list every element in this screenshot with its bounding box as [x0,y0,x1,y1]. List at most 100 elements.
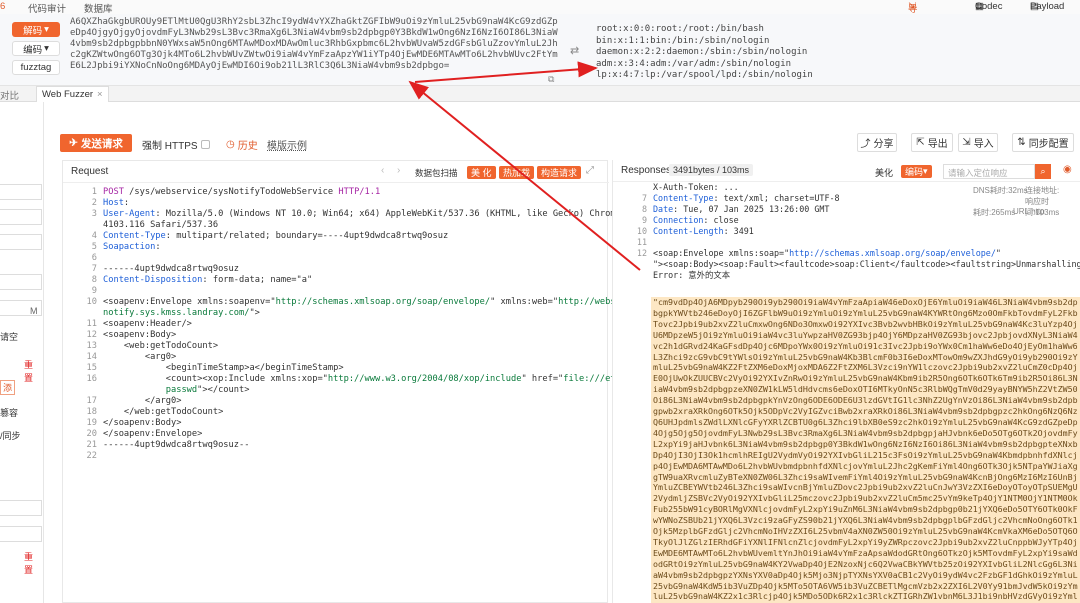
code-token: Content-Type [653,193,714,203]
config-field[interactable] [0,234,42,250]
line-number: 22 [86,451,97,461]
packet-scan-button[interactable]: 数据包扫描 [415,167,458,179]
base64-rest: 2YXIvc3Bvb2wvbHBkOi9zYmluL25vbG9naW4Kc3l… [653,318,1078,603]
request-header: Request ‹ › 数据包扫描 美 化 热加载 构造请求 ⤢ [63,161,609,183]
chevron-down-icon: ▾ [44,43,49,54]
output-line: lp:x:4:7:lp:/var/spool/lpd:/sbin/nologin [596,70,813,80]
output-line: root:x:0:0:root:/root:/bin/bash [596,24,764,34]
line-number: 19 [86,418,97,428]
beautify-button[interactable]: 美 化 [467,166,496,179]
code-token: </arg0> [103,396,182,406]
search-icon[interactable]: ⌕ [1035,164,1051,179]
line-number: 12 [636,248,647,258]
menu-item-database[interactable]: 数据库 [84,1,113,15]
template-example-link[interactable]: 模版示例 [267,137,307,152]
code-token: </soapenv:Envelope> [103,429,203,439]
request-editor[interactable]: 1 POST /sys/webservice/sysNotifyTodoWebSe… [63,183,653,603]
code-line: Content-Disposition: form-data; name="a" [103,275,312,286]
code-line: 4103.116 Safari/537.36 [103,220,218,231]
code-token: <soap:Envelope xmlns:soap=" [653,248,790,258]
tab-web-fuzzer[interactable]: Web Fuzzer × [36,86,109,102]
config-field[interactable] [0,209,42,225]
copy-icon[interactable]: ⧉ [548,74,554,85]
codec-output[interactable]: root:x:0:0:root:/root:/bin/bash bin:x:1:… [596,24,1066,84]
chevron-left-icon[interactable]: ‹ [381,165,384,176]
checkbox[interactable] [200,140,210,149]
code-token: : [123,198,135,208]
config-field[interactable] [0,526,42,542]
history-button[interactable]: ◷ 历史 [226,137,258,152]
response-title: Responses [621,165,672,176]
expand-icon[interactable]: ⤢ [586,165,594,176]
code-line: </web:getTodoCount> [103,407,223,418]
encode-button[interactable]: 编码 ▾ [12,41,60,56]
fuzztag-button[interactable]: fuzztag [12,60,60,75]
clear-button[interactable]: 请空 [0,330,18,343]
code-line: <soapenv:Envelope xmlns:soapenv="http://… [103,297,652,308]
codec-input-text[interactable]: A6QXZhaGkgbUROUy9ETlMtU0QgU3RhY2sbL3ZhcI… [70,17,560,83]
line-number: 1 [91,187,97,197]
import-label: 导入 [973,139,994,150]
response-viewer[interactable]: "cm9vdDp4OjA6MDpyb290Oi9yb290Oi9iaW4vYmF… [613,182,1080,603]
history-label: 历史 [237,141,258,152]
line-number: 14 [86,352,97,362]
construct-request-button[interactable]: 构造请求 [537,166,582,179]
line-number: 13 [86,341,97,351]
browser-icon[interactable]: ◉ [1063,164,1072,175]
config-field[interactable] [0,274,42,290]
construct-label: 构造请求 [541,168,578,178]
chevron-down-icon: ▾ [44,24,49,35]
send-request-label: 发送请求 [80,137,123,150]
hotload-button[interactable]: 热加载 [499,166,535,179]
tab-bar: 对比 Web Fuzzer × [0,86,1080,102]
output-line: adm:x:3:4:adm:/var/adm:/sbin/nologin [596,58,792,69]
code-token: : text/xml; charset=UTF-8 [713,193,840,203]
chevron-right-icon[interactable]: › [397,165,400,176]
line-number: 17 [86,396,97,406]
share-button[interactable]: ⤴ 分享 [857,133,897,152]
code-line: notify.sys.kmss.landray.com/"> [103,308,260,319]
base64-response-content: "cm9vdDp4OjA6MDpyb290Oi9yb290Oi9iaW4vYmF… [651,297,1080,603]
top-menu-bar: 6 代码审计 数据库 ⇲ 导入资源 ▦ Codec ▤ Payload [0,0,1080,57]
swap-icon[interactable]: ⇄ [570,44,579,57]
clock-icon: ◷ [226,139,235,150]
line-number: 7 [91,264,97,274]
line-number: 15 [86,363,97,373]
reset-button[interactable]: 重 置 [24,550,43,576]
line-number: 11 [636,237,647,247]
line-number: 7 [641,193,647,203]
sync-option[interactable]: /同步 [0,429,21,442]
code-line: <soap:Envelope xmlns:soap="http://schema… [653,248,1001,259]
request-url: URL:http [1013,207,1045,216]
code-line: <beginTimeStamp>a</beginTimeStamp> [103,363,344,374]
close-icon[interactable]: × [97,89,103,100]
import-button[interactable]: ⇲ 导入 [958,133,998,152]
line-number: 10 [86,297,97,307]
line-number: 16 [86,374,97,384]
code-line: POST /sys/webservice/sysNotifyTodoWebSer… [103,187,380,198]
code-line: "><soap:Body><soap:Fault><faultcode>soap… [653,259,1080,270]
force-https-toggle[interactable]: 强制 HTTPS [142,137,210,152]
code-token: <arg0> [103,352,177,362]
code-token: </soapenv:Body> [103,418,182,428]
compat-option[interactable]: 篡容 [0,406,18,419]
config-field[interactable] [0,500,42,516]
line-number: 5 [91,242,97,252]
response-search-input[interactable]: 请输入定位响应 [943,164,1035,179]
response-encode-button[interactable]: 编码 ▾ [901,165,932,178]
export-button[interactable]: ⇱ 导出 [911,133,953,152]
reset-button[interactable]: 重 置 [24,358,43,384]
request-title: Request [71,166,109,177]
sync-config-button[interactable]: ⇅ 同步配置 [1012,133,1074,152]
tab-compare[interactable]: 对比 [0,88,19,102]
add-button[interactable]: 添 [0,380,16,395]
share-icon: ⤴ [860,139,871,150]
decode-button[interactable]: 解码 ▾ [12,22,60,37]
config-field[interactable] [0,184,42,200]
menu-item-code-audit[interactable]: 代码审计 [28,1,66,15]
code-token: </web:getTodoCount> [103,407,224,417]
code-token: ------4upt9dwdca8rtwq9osuz-- [103,440,250,450]
code-token: : [155,242,161,252]
send-request-button[interactable]: ✈ 发送请求 [60,134,132,152]
response-beautify-button[interactable]: 美化 [875,166,893,179]
